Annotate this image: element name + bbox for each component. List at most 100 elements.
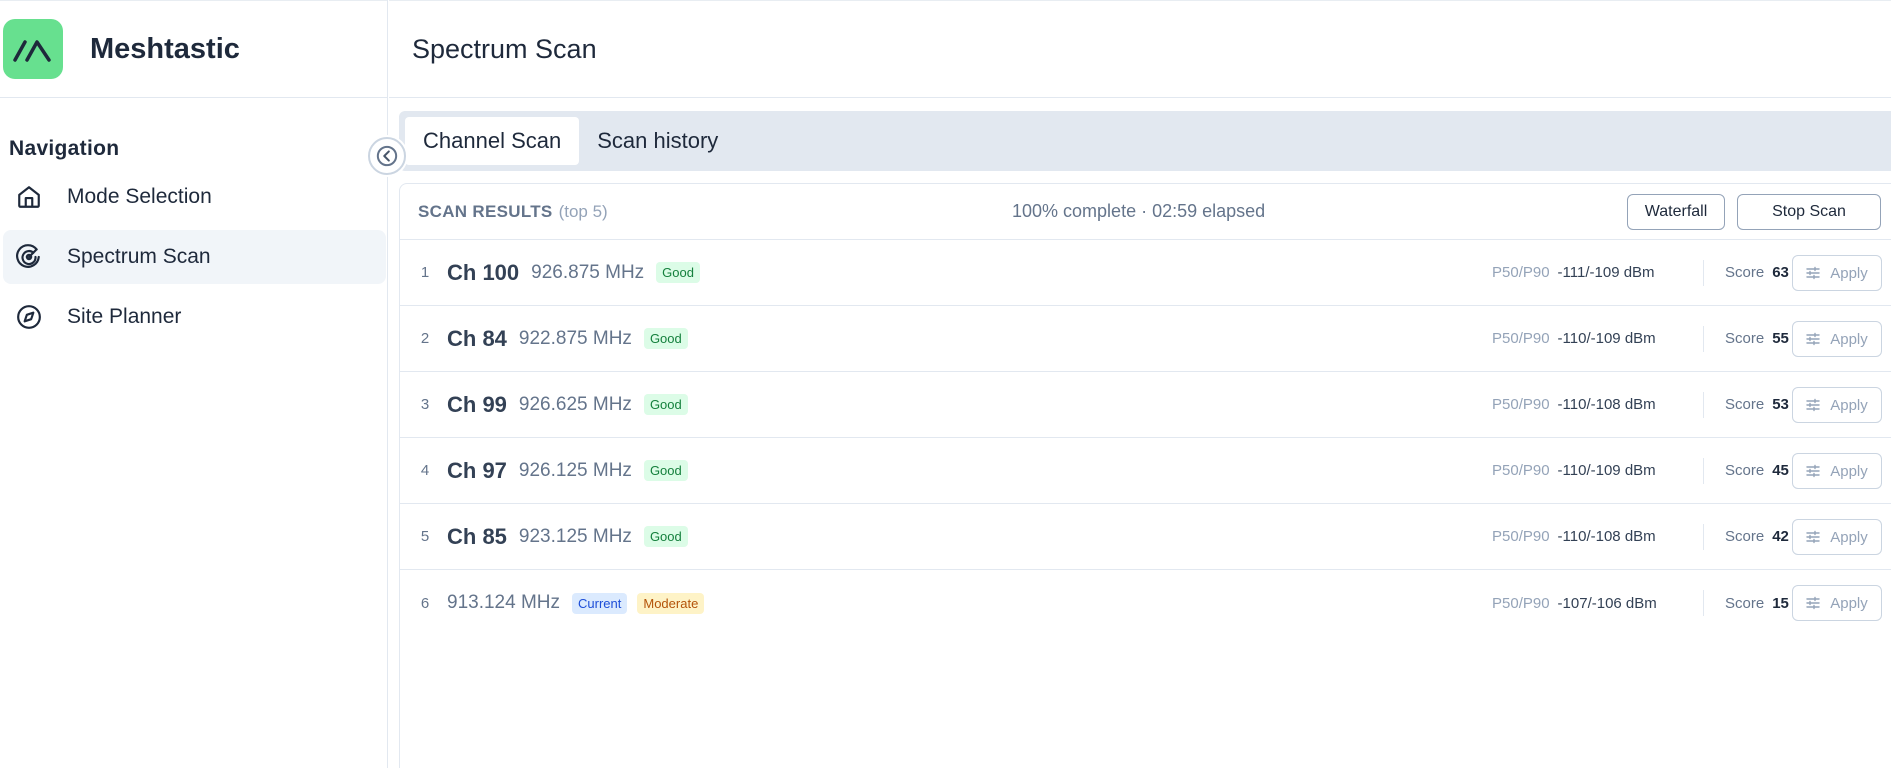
apply-button[interactable]: Apply [1792, 585, 1882, 621]
score-value: 45 [1772, 462, 1789, 479]
noise-metric: P50/P90 -110/-109 dBm [1492, 462, 1656, 479]
metric-label: P50/P90 [1492, 264, 1550, 281]
score-value: 53 [1772, 396, 1789, 413]
scan-progress-text: 100% complete · 02:59 elapsed [1012, 201, 1266, 221]
divider [1703, 326, 1704, 352]
divider [1703, 590, 1704, 616]
sidebar-item-site-planner[interactable]: Site Planner [3, 290, 386, 344]
status-badge: Good [656, 262, 700, 283]
apply-label: Apply [1830, 528, 1868, 546]
channel-info: Ch 97 926.125 MHz Good [447, 458, 698, 484]
score-label: Score [1725, 330, 1765, 347]
results-title-text: SCAN RESULTS [418, 201, 553, 221]
channel-name: Ch 100 [447, 259, 520, 285]
list-item: 5 Ch 85 923.125 MHz Good P50/P90 -110/-1… [400, 504, 1891, 570]
results-subtitle: (top 5) [558, 201, 608, 221]
page-title: Spectrum Scan [412, 33, 597, 64]
apply-label: Apply [1830, 396, 1868, 414]
tab-scan-history[interactable]: Scan history [579, 117, 736, 165]
row-rank: 4 [420, 462, 430, 479]
channel-name: Ch 84 [447, 325, 507, 351]
apply-label: Apply [1830, 330, 1868, 348]
channel-info: Ch 85 923.125 MHz Good [447, 524, 698, 550]
sidebar-item-label: Site Planner [67, 305, 182, 328]
status-badge: Moderate [637, 592, 705, 614]
compass-icon [14, 302, 44, 332]
status-badge: Good [643, 328, 688, 349]
metric-label: P50/P90 [1492, 594, 1550, 612]
score-value: 15 [1772, 594, 1789, 612]
metric-value: -110/-109 dBm [1557, 462, 1656, 479]
sliders-icon [1806, 398, 1820, 412]
waterfall-button[interactable]: Waterfall [1627, 194, 1725, 230]
brand: Meshtastic [0, 0, 387, 98]
sidebar-item-mode-selection[interactable]: Mode Selection [3, 170, 386, 224]
frequency: 926.625 MHz [518, 393, 632, 415]
divider [1703, 260, 1704, 286]
score: Score 45 [1725, 462, 1789, 479]
metric-label: P50/P90 [1492, 462, 1550, 479]
results-list: 1 Ch 100 926.875 MHz Good P50/P90 -111/-… [400, 240, 1891, 636]
score: Score 55 [1725, 330, 1789, 347]
noise-metric: P50/P90 -110/-108 dBm [1492, 396, 1656, 413]
metric-value: -107/-106 dBm [1557, 594, 1657, 612]
metric-value: -111/-109 dBm [1557, 264, 1655, 281]
channel-info: Ch 84 922.875 MHz Good [447, 326, 698, 352]
apply-label: Apply [1830, 594, 1868, 612]
row-rank: 6 [420, 594, 430, 612]
frequency: 926.875 MHz [531, 261, 645, 283]
score-value: 55 [1772, 330, 1789, 347]
list-item: 1 Ch 100 926.875 MHz Good P50/P90 -111/-… [400, 240, 1891, 306]
page-header: Spectrum Scan [389, 0, 1891, 98]
divider [1703, 392, 1704, 418]
metric-label: P50/P90 [1492, 396, 1550, 413]
sliders-icon [1806, 464, 1820, 478]
apply-button[interactable]: Apply [1792, 453, 1882, 489]
collapse-sidebar-button[interactable] [368, 137, 406, 175]
status-badge: Good [643, 460, 688, 481]
score-label: Score [1725, 462, 1765, 479]
stop-scan-button[interactable]: Stop Scan [1737, 194, 1881, 230]
apply-button[interactable]: Apply [1792, 255, 1882, 291]
channel-info: 913.124 MHz Current Moderate [447, 592, 714, 614]
divider [1703, 524, 1704, 550]
tab-channel-scan[interactable]: Channel Scan [405, 117, 580, 165]
metric-label: P50/P90 [1492, 528, 1550, 545]
channel-info: Ch 100 926.875 MHz Good [447, 260, 710, 286]
radar-icon [14, 242, 44, 272]
list-item: 3 Ch 99 926.625 MHz Good P50/P90 -110/-1… [400, 372, 1891, 438]
score: Score 42 [1725, 528, 1789, 545]
row-rank: 5 [420, 528, 430, 545]
frequency: 922.875 MHz [518, 327, 632, 349]
noise-metric: P50/P90 -111/-109 dBm [1492, 264, 1655, 281]
app-name: Meshtastic [90, 32, 240, 65]
status-badge: Current [572, 592, 628, 614]
list-item: 4 Ch 97 926.125 MHz Good P50/P90 -110/-1… [400, 438, 1891, 504]
list-item: 2 Ch 84 922.875 MHz Good P50/P90 -110/-1… [400, 306, 1891, 372]
frequency: 913.124 MHz [447, 592, 561, 613]
apply-button[interactable]: Apply [1792, 387, 1882, 423]
row-rank: 2 [420, 330, 430, 347]
channel-info: Ch 99 926.625 MHz Good [447, 392, 698, 418]
sidebar-item-spectrum-scan[interactable]: Spectrum Scan [3, 230, 386, 284]
meshtastic-logo-icon [3, 19, 63, 79]
metric-label: P50/P90 [1492, 330, 1550, 347]
nav-title: Navigation [9, 137, 120, 160]
channel-name: Ch 99 [447, 391, 507, 417]
tabs-bar: Channel Scan Scan history [399, 111, 1891, 171]
channel-name: Ch 97 [447, 457, 507, 483]
sidebar: Meshtastic Navigation Mode Selection Spe… [0, 0, 388, 768]
score-value: 63 [1772, 264, 1789, 281]
apply-button[interactable]: Apply [1792, 519, 1882, 555]
frequency: 923.125 MHz [518, 525, 632, 547]
sliders-icon [1806, 332, 1820, 346]
score: Score 15 [1725, 595, 1789, 612]
main-content: Spectrum Scan Channel Scan Scan history … [389, 0, 1891, 768]
noise-metric: P50/P90 -110/-109 dBm [1492, 330, 1656, 347]
noise-metric: P50/P90 -110/-108 dBm [1492, 528, 1656, 545]
metric-value: -110/-108 dBm [1557, 396, 1656, 413]
apply-button[interactable]: Apply [1792, 321, 1882, 357]
home-icon [14, 182, 44, 212]
divider [1703, 458, 1704, 484]
frequency: 926.125 MHz [518, 459, 632, 481]
